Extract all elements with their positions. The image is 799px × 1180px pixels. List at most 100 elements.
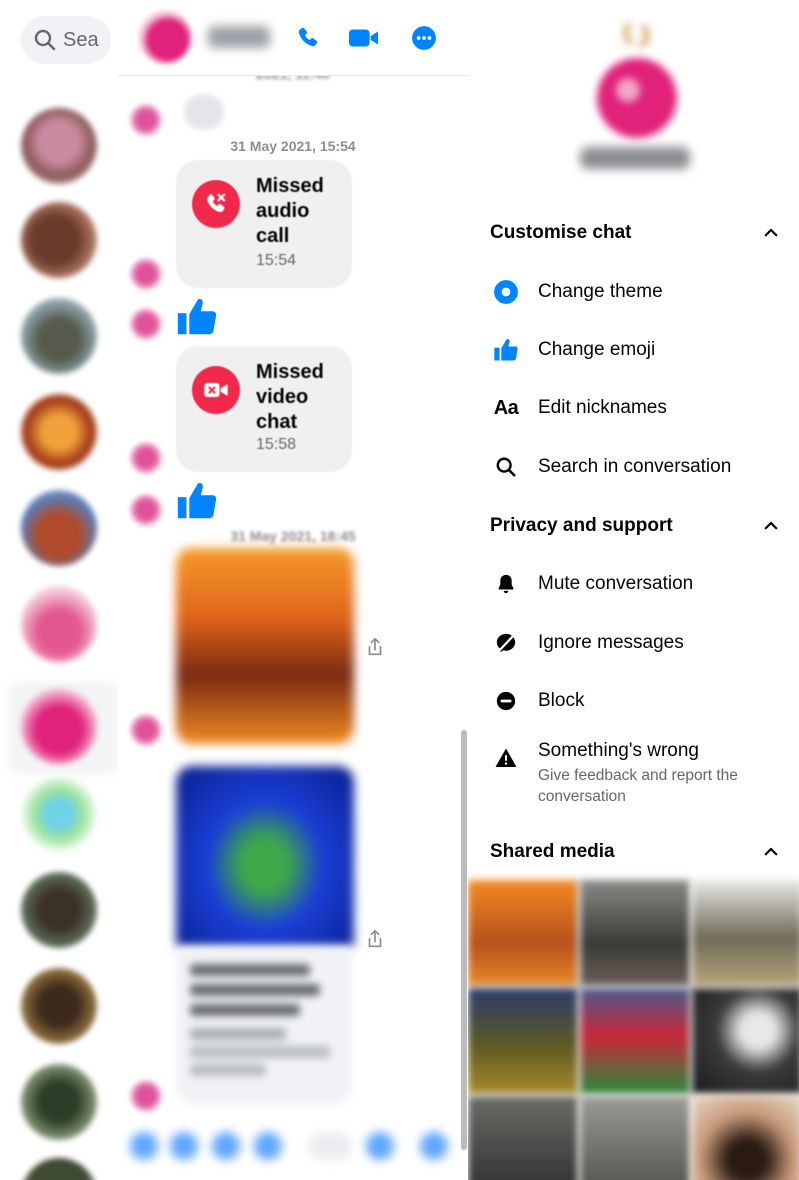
missed-audio-call-bubble[interactable]: Missed audio call 15:54: [176, 160, 352, 288]
search-icon: [34, 29, 56, 51]
share-icon[interactable]: [364, 928, 386, 950]
conversation-avatar[interactable]: [21, 394, 97, 470]
item-label: Mute conversation: [538, 573, 694, 594]
block-icon: [490, 685, 522, 717]
aa-text: Aa: [493, 396, 519, 419]
call-time: 15:58: [256, 436, 297, 453]
media-thumbnail[interactable]: [580, 880, 690, 986]
item-label: Block: [538, 690, 585, 711]
missed-video-chat-bubble[interactable]: Missed video chat 15:58: [176, 346, 352, 472]
conversation-avatar[interactable]: [21, 586, 97, 662]
call-title: Missed audio call: [256, 175, 324, 247]
somethings-wrong-item[interactable]: Something's wrong Give feedback and repo…: [490, 740, 790, 810]
contact-profile-image[interactable]: [590, 20, 684, 140]
warning-icon: [490, 742, 522, 774]
search-input[interactable]: Sea: [21, 16, 111, 64]
media-thumbnail[interactable]: [580, 988, 690, 1094]
phone-missed-icon: [192, 180, 240, 228]
contact-name-redacted: [580, 147, 690, 169]
video-missed-icon: [192, 366, 240, 414]
conversation-list: Sea: [0, 0, 118, 1180]
thumbs-up-icon: [490, 334, 522, 366]
media-thumbnail[interactable]: [468, 988, 578, 1094]
shared-photo[interactable]: [176, 548, 354, 744]
media-thumbnail[interactable]: [692, 988, 799, 1094]
shared-media-grid: [468, 880, 799, 1180]
bell-icon: [490, 568, 522, 600]
item-label: Change emoji: [538, 339, 656, 360]
media-thumbnail[interactable]: [692, 1096, 799, 1180]
edit-nicknames-item[interactable]: Aa Edit nicknames: [490, 388, 790, 428]
media-thumbnail[interactable]: [580, 1096, 690, 1180]
contact-name-redacted[interactable]: [208, 26, 270, 48]
conversation-avatar[interactable]: [21, 776, 97, 852]
chevron-up-icon: [764, 228, 778, 237]
item-label: Something's wrong: [538, 740, 699, 761]
conversation-avatar[interactable]: [21, 108, 97, 184]
message-bubble[interactable]: [184, 94, 224, 130]
composer-action-icon[interactable]: [130, 1132, 158, 1160]
phone-icon: [298, 27, 318, 47]
timestamp: 31 May 2021, 18:45: [230, 528, 356, 544]
item-text-group: Something's wrong Give feedback and repo…: [538, 740, 778, 807]
conversation-avatar[interactable]: [21, 298, 97, 374]
sender-avatar: [130, 104, 162, 136]
change-theme-item[interactable]: Change theme: [490, 272, 790, 312]
shared-link-image[interactable]: [176, 766, 354, 946]
sender-avatar: [130, 1080, 162, 1112]
shared-media-section-header[interactable]: Shared media: [490, 837, 780, 867]
thumbs-up-icon[interactable]: [174, 294, 220, 340]
conversation-avatar[interactable]: [21, 968, 97, 1044]
sender-avatar: [130, 258, 162, 290]
theme-dot-icon: [490, 276, 522, 308]
mute-conversation-item[interactable]: Mute conversation: [490, 564, 790, 604]
conversation-info-button[interactable]: [408, 22, 440, 54]
media-thumbnail[interactable]: [692, 880, 799, 986]
composer-action-icon[interactable]: [254, 1132, 282, 1160]
ignore-icon: [490, 627, 522, 659]
media-thumbnail[interactable]: [468, 1096, 578, 1180]
sender-avatar: [130, 494, 162, 526]
thumbs-up-icon[interactable]: [174, 478, 220, 524]
privacy-and-support-section-header[interactable]: Privacy and support: [490, 511, 780, 541]
section-title: Shared media: [490, 841, 615, 862]
conversation-info-panel: Customise chat Change theme Change emoji…: [468, 0, 799, 1180]
chat-panel: 2021, 11:40 31 May 2021, 15:54 Missed au…: [118, 0, 468, 1180]
aa-text-icon: Aa: [490, 392, 522, 424]
conversation-avatar[interactable]: [21, 490, 97, 566]
conversation-avatar[interactable]: [21, 1064, 97, 1140]
call-time: 15:54: [256, 252, 297, 269]
search-placeholder: Sea: [63, 28, 99, 51]
item-label: Search in conversation: [538, 456, 732, 477]
share-icon[interactable]: [364, 636, 386, 658]
section-title: Customise chat: [490, 222, 632, 243]
media-thumbnail[interactable]: [468, 880, 578, 986]
message-input[interactable]: [308, 1132, 352, 1160]
block-item[interactable]: Block: [490, 681, 790, 721]
item-label: Change theme: [538, 281, 663, 302]
video-camera-icon: [348, 29, 379, 47]
ignore-messages-item[interactable]: Ignore messages: [490, 623, 790, 663]
send-like-icon[interactable]: [420, 1132, 448, 1160]
search-in-conversation-item[interactable]: Search in conversation: [490, 447, 790, 487]
link-preview-card[interactable]: [176, 948, 352, 1104]
emoji-icon[interactable]: [366, 1132, 394, 1160]
composer-action-icon[interactable]: [212, 1132, 240, 1160]
conversation-avatar[interactable]: [21, 872, 97, 948]
sender-avatar: [130, 308, 162, 340]
conversation-avatar[interactable]: [21, 202, 97, 278]
conversation-avatar[interactable]: [21, 1158, 97, 1180]
chevron-up-icon: [764, 847, 778, 856]
change-emoji-item[interactable]: Change emoji: [490, 330, 790, 370]
audio-call-button[interactable]: [292, 22, 324, 54]
sender-avatar: [130, 714, 162, 746]
item-label: Edit nicknames: [538, 397, 667, 418]
item-sublabel: Give feedback and report the conversatio…: [538, 767, 738, 805]
customise-chat-section-header[interactable]: Customise chat: [490, 218, 780, 248]
scrollbar[interactable]: [461, 730, 467, 1150]
chevron-up-icon: [764, 521, 778, 530]
composer-action-icon[interactable]: [170, 1132, 198, 1160]
conversation-avatar[interactable]: [21, 688, 97, 764]
video-call-button[interactable]: [348, 22, 380, 54]
contact-avatar[interactable]: [138, 10, 192, 64]
